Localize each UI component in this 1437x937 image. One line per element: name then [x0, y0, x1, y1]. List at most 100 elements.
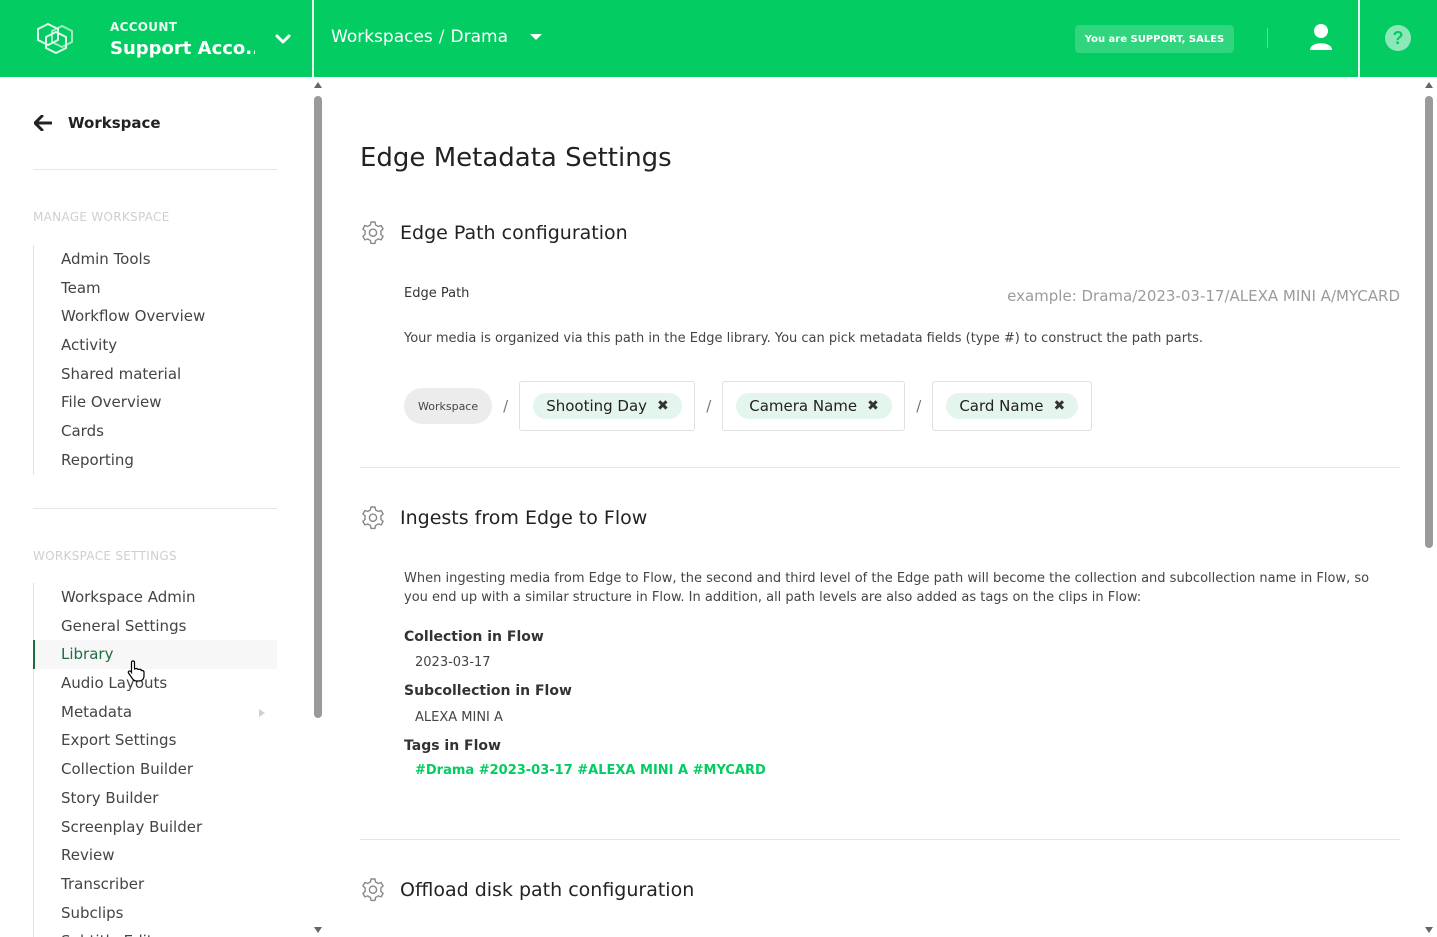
breadcrumb-workspaces[interactable]: Workspaces [331, 27, 433, 47]
app-logo[interactable] [34, 20, 76, 58]
page-title: Edge Metadata Settings [360, 143, 672, 173]
remove-tag-icon[interactable]: ✖ [867, 398, 879, 414]
edge-path-label: Edge Path [404, 286, 470, 301]
workspace-settings-list: Workspace Admin General Settings Library… [33, 583, 277, 937]
divider [1267, 28, 1268, 48]
sidebar-scrollbar[interactable] [313, 78, 323, 937]
section-title: Ingests from Edge to Flow [400, 507, 648, 529]
sidebar-item-story-builder[interactable]: Story Builder [34, 784, 277, 813]
path-part-field[interactable]: Camera Name ✖ [722, 381, 906, 431]
gear-icon [362, 506, 384, 530]
path-separator: / [706, 397, 712, 415]
sidebar-item-file-overview[interactable]: File Overview [34, 388, 277, 417]
scroll-down-arrow-icon[interactable] [1425, 927, 1433, 933]
sidebar-item-workspace-admin[interactable]: Workspace Admin [34, 583, 277, 612]
sidebar-item-general-settings[interactable]: General Settings [34, 612, 277, 641]
sidebar-item-shared-material[interactable]: Shared material [34, 360, 277, 389]
sidebar-item-label: Metadata [61, 702, 133, 721]
remove-tag-icon[interactable]: ✖ [657, 398, 669, 414]
sidebar-item-collection-builder[interactable]: Collection Builder [34, 755, 277, 784]
tag-label: Camera Name [749, 397, 858, 415]
sidebar-item-audio-layouts[interactable]: Audio Layouts [34, 669, 277, 698]
workspace-settings-heading: WORKSPACE SETTINGS [33, 549, 177, 563]
svg-text:?: ? [1393, 28, 1404, 48]
tag-label: Shooting Day [546, 397, 648, 415]
tag-label: Card Name [959, 397, 1044, 415]
scroll-down-arrow-icon[interactable] [314, 927, 322, 933]
caret-down-icon[interactable] [530, 34, 542, 40]
sidebar-item-workflow-overview[interactable]: Workflow Overview [34, 302, 277, 331]
gear-icon [362, 221, 384, 245]
tags-label: Tags in Flow [404, 738, 501, 754]
arrow-left-icon [34, 115, 52, 131]
top-bar: ACCOUNT Support Acco... Workspaces / Dra… [0, 0, 1437, 77]
offload-section-header: Offload disk path configuration [360, 877, 694, 903]
help-icon[interactable]: ? [1384, 24, 1412, 52]
path-part-field[interactable]: Card Name ✖ [932, 381, 1093, 431]
chevron-down-icon[interactable] [274, 30, 292, 48]
scroll-up-arrow-icon[interactable] [1425, 82, 1433, 88]
sidebar-scrollbar-thumb[interactable] [314, 96, 322, 718]
gear-icon [362, 878, 384, 902]
submenu-arrow-icon [259, 708, 265, 717]
breadcrumb-current-workspace[interactable]: Drama [451, 27, 508, 47]
sidebar-item-subtitle-editor[interactable]: Subtitle Editor [34, 927, 277, 937]
manage-workspace-list: Admin Tools Team Workflow Overview Activ… [33, 245, 277, 475]
ingest-section-header: Ingests from Edge to Flow [360, 505, 647, 531]
path-tag-shooting-day: Shooting Day ✖ [533, 393, 682, 419]
sidebar-item-activity[interactable]: Activity [34, 331, 277, 360]
sidebar: Workspace MANAGE WORKSPACE Admin Tools T… [0, 77, 312, 937]
edge-path-section-header: Edge Path configuration [360, 220, 628, 246]
sidebar-item-cards[interactable]: Cards [34, 417, 277, 446]
main-content: Edge Metadata Settings Edge Path configu… [326, 77, 1420, 937]
sidebar-item-transcriber[interactable]: Transcriber [34, 870, 277, 899]
section-title: Edge Path configuration [400, 222, 628, 244]
path-tag-card-name: Card Name ✖ [946, 393, 1079, 419]
workspace-path-pill: Workspace [404, 388, 493, 424]
edge-path-example: example: Drama/2023-03-17/ALEXA MINI A/M… [1007, 287, 1400, 305]
edge-path-builder: Workspace / Shooting Day ✖ / Camera Name… [404, 381, 1093, 431]
sidebar-item-team[interactable]: Team [34, 274, 277, 303]
subcollection-value: ALEXA MINI A [415, 710, 503, 725]
main-scrollbar[interactable] [1424, 78, 1434, 937]
sidebar-item-library[interactable]: Library [33, 640, 277, 670]
divider [1358, 0, 1360, 77]
main-scrollbar-thumb[interactable] [1425, 96, 1433, 548]
account-name[interactable]: Support Acco... [110, 38, 255, 59]
section-divider [360, 839, 1400, 840]
account-switcher[interactable]: ACCOUNT Support Acco... [110, 20, 255, 59]
tags-value: #Drama #2023-03-17 #ALEXA MINI A #MYCARD [415, 763, 766, 778]
section-title: Offload disk path configuration [400, 879, 695, 901]
path-separator: / [503, 397, 509, 415]
section-divider [360, 467, 1400, 468]
scroll-up-arrow-icon[interactable] [314, 82, 322, 88]
sidebar-item-review[interactable]: Review [34, 841, 277, 870]
hand-pointer-cursor-icon [127, 660, 145, 682]
collection-value: 2023-03-17 [415, 655, 491, 670]
subcollection-label: Subcollection in Flow [404, 683, 572, 699]
divider [33, 169, 277, 170]
account-label: ACCOUNT [110, 20, 178, 34]
path-part-field[interactable]: Shooting Day ✖ [519, 381, 696, 431]
role-badge: You are SUPPORT, SALES [1075, 25, 1234, 53]
divider [33, 508, 277, 509]
sidebar-item-admin-tools[interactable]: Admin Tools [34, 245, 277, 274]
sidebar-item-export-settings[interactable]: Export Settings [34, 726, 277, 755]
sidebar-item-subclips[interactable]: Subclips [34, 899, 277, 928]
breadcrumb: Workspaces / Drama [331, 27, 542, 47]
divider [312, 0, 314, 77]
edge-path-description: Your media is organized via this path in… [404, 331, 1204, 346]
path-tag-camera-name: Camera Name ✖ [736, 393, 892, 419]
sidebar-item-screenplay-builder[interactable]: Screenplay Builder [34, 813, 277, 842]
user-icon[interactable] [1306, 22, 1336, 52]
back-label: Workspace [68, 114, 161, 132]
back-to-workspace-link[interactable]: Workspace [34, 114, 161, 132]
manage-workspace-heading: MANAGE WORKSPACE [33, 210, 170, 224]
breadcrumb-separator: / [438, 27, 445, 47]
sidebar-item-metadata[interactable]: Metadata [34, 698, 277, 727]
collection-label: Collection in Flow [404, 629, 544, 645]
path-separator: / [916, 397, 922, 415]
ingest-description: When ingesting media from Edge to Flow, … [404, 571, 1370, 605]
remove-tag-icon[interactable]: ✖ [1053, 398, 1065, 414]
sidebar-item-reporting[interactable]: Reporting [34, 446, 277, 475]
